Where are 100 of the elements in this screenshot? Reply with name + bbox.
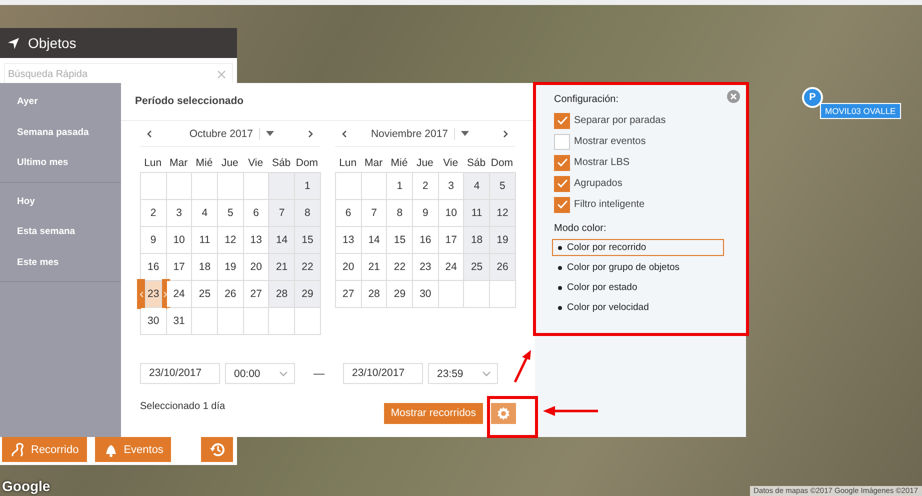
calendar-day[interactable]: 19 xyxy=(490,227,515,253)
calendar-day[interactable]: 4 xyxy=(464,173,490,199)
checkbox[interactable] xyxy=(554,112,570,128)
calendar-day[interactable]: 8 xyxy=(295,200,320,226)
chevron-right-icon xyxy=(308,130,314,138)
calendar-day[interactable]: 11 xyxy=(464,200,490,226)
calendar-day[interactable]: 14 xyxy=(269,227,294,253)
weekday-label: Mié xyxy=(194,157,214,169)
calendar-day[interactable]: 16 xyxy=(141,254,166,280)
calendar-day[interactable]: 12 xyxy=(490,200,515,226)
calendar-day[interactable]: 14 xyxy=(362,227,386,253)
calendar-day[interactable]: 5 xyxy=(218,200,243,226)
color-mode-option[interactable]: Color por estado xyxy=(552,279,724,296)
calendar-day[interactable]: 28 xyxy=(362,281,386,307)
calendar-day[interactable]: 31 xyxy=(166,308,192,334)
calendar-day[interactable]: 18 xyxy=(192,254,218,280)
calendar-day[interactable]: 21 xyxy=(362,254,386,280)
calendar-day[interactable]: 22 xyxy=(387,254,412,280)
calendar-day[interactable]: 25 xyxy=(464,254,490,280)
chevron-down-icon xyxy=(482,370,491,376)
period-title: Período seleccionado xyxy=(121,83,535,121)
calendar-day[interactable]: 6 xyxy=(336,200,361,226)
calendar-day[interactable]: 24 xyxy=(438,254,464,280)
calendar-day[interactable]: 17 xyxy=(438,227,464,253)
caret-icon xyxy=(461,131,469,136)
calendar-day[interactable]: 19 xyxy=(218,254,243,280)
panel-title: Objetos xyxy=(28,35,76,51)
calendar-day[interactable]: 26 xyxy=(218,281,243,307)
settings-title: Configuración: xyxy=(554,94,618,105)
calendar-day[interactable]: 18 xyxy=(464,227,490,253)
range-handle[interactable] xyxy=(137,279,145,309)
calendar-day[interactable]: 23 xyxy=(413,254,438,280)
checkbox[interactable] xyxy=(554,154,570,170)
calendar-day[interactable]: 13 xyxy=(244,227,268,253)
settings-button[interactable] xyxy=(491,402,516,424)
calendar-day[interactable]: 10 xyxy=(438,200,464,226)
check-icon xyxy=(556,179,568,188)
calendar-day[interactable]: 30 xyxy=(413,281,438,307)
calendar-day[interactable]: 7 xyxy=(269,200,294,226)
calendar-day[interactable]: 2 xyxy=(141,200,166,226)
calendar-day[interactable]: 29 xyxy=(387,281,412,307)
calendar-day[interactable]: 1 xyxy=(295,173,320,199)
calendar-day[interactable]: 7 xyxy=(362,200,386,226)
range-separator: — xyxy=(312,368,326,380)
calendar-day[interactable]: 3 xyxy=(438,173,464,199)
calendar-day[interactable]: 9 xyxy=(413,200,438,226)
calendar-day[interactable]: 24 xyxy=(166,281,192,307)
weekday-label: Lun xyxy=(143,157,163,169)
calendar-day[interactable]: 3 xyxy=(166,200,192,226)
start-time-select[interactable]: 00:00 xyxy=(225,363,295,384)
calendar-day[interactable]: 27 xyxy=(244,281,268,307)
calendar-day[interactable]: 15 xyxy=(387,227,412,253)
calendar-day[interactable]: 9 xyxy=(141,227,166,253)
end-date-field[interactable]: 23/10/2017 xyxy=(343,363,423,384)
calendar-day[interactable]: 2 xyxy=(413,173,438,199)
annotation-arrow xyxy=(543,406,599,416)
weekday-label: Sáb xyxy=(466,157,487,169)
calendar-day[interactable]: 20 xyxy=(336,254,361,280)
calendar-day[interactable]: 22 xyxy=(295,254,320,280)
close-icon[interactable] xyxy=(727,90,740,103)
weekday-label: Mar xyxy=(363,157,384,169)
calendar-day[interactable]: 26 xyxy=(490,254,515,280)
calendar-day[interactable]: 13 xyxy=(336,227,361,253)
annotation-box xyxy=(487,396,538,438)
calendar-day[interactable]: 10 xyxy=(166,227,192,253)
calendar-day[interactable]: 12 xyxy=(218,227,243,253)
color-mode-option[interactable]: Color por recorrido xyxy=(552,239,724,256)
calendar-day[interactable]: 29 xyxy=(295,281,320,307)
marker-label: MOVIL03 OVALLE xyxy=(820,103,901,119)
history-button[interactable] xyxy=(201,437,233,462)
search-field[interactable]: Búsqueda Rápida xyxy=(4,63,233,86)
clear-icon[interactable] xyxy=(217,70,226,79)
color-mode-option[interactable]: Color por grupo de objetos xyxy=(552,259,724,276)
checkbox[interactable] xyxy=(554,134,570,150)
weekday-label: Vie xyxy=(247,157,264,169)
calendar-day[interactable]: 8 xyxy=(387,200,412,226)
start-date-field[interactable]: 23/10/2017 xyxy=(140,363,220,384)
search-input[interactable]: Búsqueda Rápida xyxy=(8,69,217,80)
option-label: Mostrar eventos xyxy=(574,136,646,147)
calendar-day[interactable]: 17 xyxy=(166,254,192,280)
calendar-day[interactable]: 20 xyxy=(244,254,268,280)
calendar-day[interactable]: 6 xyxy=(244,200,268,226)
calendar-day[interactable]: 11 xyxy=(192,227,218,253)
calendar-day[interactable]: 4 xyxy=(192,200,218,226)
calendar-day[interactable]: 28 xyxy=(269,281,294,307)
checkbox[interactable] xyxy=(554,176,570,192)
calendar-day[interactable]: 1 xyxy=(387,173,412,199)
calendar-day[interactable]: 15 xyxy=(295,227,320,253)
color-mode-option[interactable]: Color por velocidad xyxy=(552,299,724,316)
end-time-select[interactable]: 23:59 xyxy=(428,363,498,384)
checkbox[interactable] xyxy=(554,196,570,212)
calendar-day[interactable]: 5 xyxy=(490,173,515,199)
calendar-day[interactable]: 25 xyxy=(192,281,218,307)
calendar-day[interactable]: 30 xyxy=(141,308,166,334)
option-label: Separar por paradas xyxy=(574,115,666,126)
calendar-day[interactable]: 21 xyxy=(269,254,294,280)
weekday-label: Dom xyxy=(294,157,320,169)
calendar-day[interactable]: 23 xyxy=(146,281,161,307)
calendar-day[interactable]: 16 xyxy=(413,227,438,253)
calendar-day[interactable]: 27 xyxy=(336,281,361,307)
